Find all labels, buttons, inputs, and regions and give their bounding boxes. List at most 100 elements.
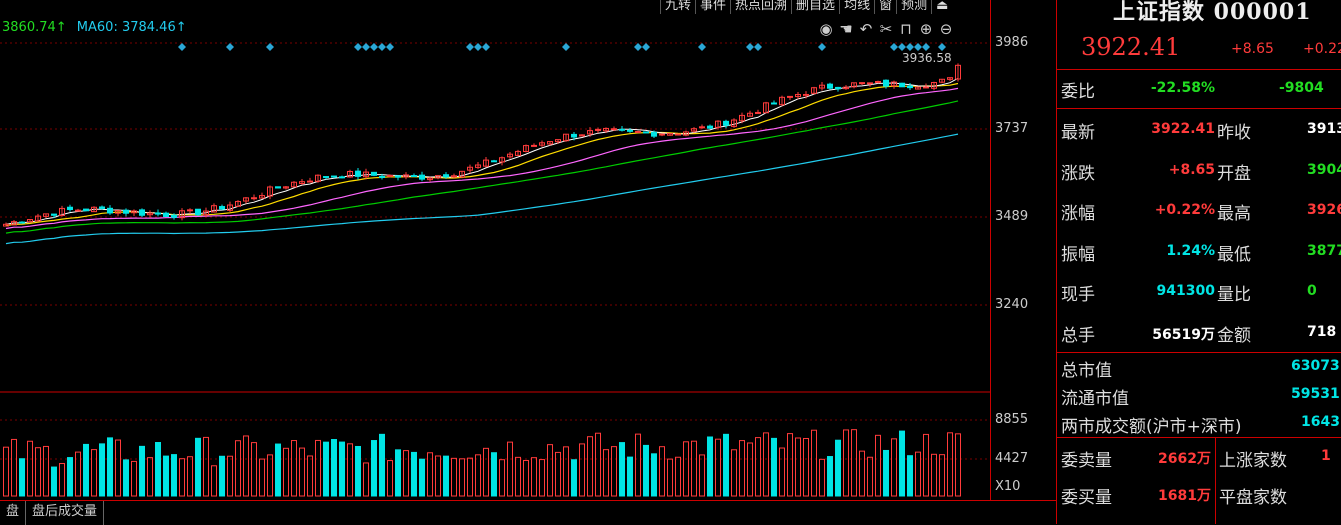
volume-bar <box>867 456 873 497</box>
volume-bar <box>571 459 577 497</box>
toolbar-expand-icon[interactable]: ⏏ <box>931 0 952 14</box>
quote-label: 金额 <box>1217 325 1251 346</box>
volume-bar <box>843 429 849 497</box>
zoom-in-icon[interactable]: ⊕ <box>918 20 934 38</box>
volume-bar <box>811 429 817 497</box>
candlestick-chart[interactable]: 3936.58 <box>0 0 990 500</box>
quote-value: +8.65 <box>1168 161 1215 178</box>
candle-body <box>571 133 577 138</box>
volume-bar <box>195 437 201 497</box>
hand-icon[interactable]: ☚ <box>838 20 854 38</box>
volume-bar <box>419 458 425 497</box>
price-change-pct: +0.22 <box>1303 41 1341 57</box>
candle-body <box>387 174 393 177</box>
undo-icon[interactable]: ↶ <box>858 20 874 38</box>
signal-marker <box>362 43 370 51</box>
lock-icon[interactable]: ⊓ <box>898 20 914 38</box>
volume-bar <box>899 430 905 497</box>
volume-bar <box>507 441 513 497</box>
signal-marker <box>466 43 474 51</box>
candle-body <box>187 209 193 212</box>
candle-body <box>723 120 729 126</box>
quote-label: 涨幅 <box>1061 204 1095 224</box>
mkt-value: 59531 <box>1291 386 1340 402</box>
volume-bar <box>395 449 401 497</box>
volume-bar <box>275 443 281 497</box>
mkt-value: 63073 <box>1291 358 1340 374</box>
chart-toolbar: 九转 事件 热点回溯 删自选 均线 窗 预测 ⏏ <box>660 0 952 14</box>
eye-icon[interactable]: ◉ <box>818 20 834 38</box>
volume-bar <box>947 432 953 497</box>
volume-bar <box>67 457 73 497</box>
candle-body <box>99 206 105 209</box>
toolbar-window[interactable]: 窗 <box>874 0 896 14</box>
tab-after-hours-volume[interactable]: 盘后成交量 <box>26 501 105 525</box>
volume-bar <box>211 465 217 497</box>
volume-bar <box>251 442 257 497</box>
quote-row: 总手 56519万 金额 718 <box>1057 313 1341 353</box>
volume-bar <box>443 455 449 497</box>
toolbar-jiuzhuan[interactable]: 九转 <box>660 0 695 14</box>
volume-bar <box>171 454 177 497</box>
volume-bar <box>883 449 889 497</box>
signal-marker <box>906 43 914 51</box>
zoom-out-icon[interactable]: ⊖ <box>938 20 954 38</box>
quote-panel: 上证指数 000001 3922.41 +8.65 +0.22 委比 -22.5… <box>1056 0 1341 524</box>
signal-marker <box>386 43 394 51</box>
volume-bar <box>155 442 161 497</box>
turnover-row: 两市成交额(沪市+深市) 1643 <box>1057 410 1341 437</box>
total-mktcap-row: 总市值 63073 <box>1057 354 1341 381</box>
ma20-line <box>5 87 959 230</box>
candle-body <box>675 133 681 136</box>
volume-bar <box>51 466 57 497</box>
weibi-label: 委比 <box>1061 82 1095 102</box>
volume-bar <box>347 443 353 497</box>
candle-body <box>699 126 705 129</box>
volume-bar <box>291 440 297 497</box>
volume-bar <box>355 445 361 497</box>
volume-bar <box>451 457 457 497</box>
volume-bar <box>475 454 481 497</box>
float-mktcap-row: 流通市值 59531 <box>1057 382 1341 409</box>
quote-label: 最新 <box>1061 123 1095 143</box>
quote-value: 718 <box>1307 323 1337 340</box>
volume-bar <box>411 451 417 497</box>
tab-pan[interactable]: 盘 <box>0 501 27 525</box>
quote-row: 振幅 1.24%最低 3877 <box>1057 232 1341 272</box>
current-price: 3922.41 <box>1081 33 1181 61</box>
candle-body <box>635 130 641 133</box>
signal-marker <box>938 43 946 51</box>
candle-body <box>107 207 113 214</box>
volume-bar <box>875 434 881 497</box>
volume-bar <box>731 449 737 497</box>
scissors-icon[interactable]: ✂ <box>878 20 894 38</box>
candle-body <box>67 206 73 211</box>
volume-bar <box>59 463 65 497</box>
candle-body <box>859 82 865 85</box>
signal-marker <box>474 43 482 51</box>
toolbar-hot-replay[interactable]: 热点回溯 <box>730 0 791 14</box>
volume-bar <box>147 457 153 497</box>
chart-tool-icons: ◉ ☚ ↶ ✂ ⊓ ⊕ ⊖ <box>818 20 954 38</box>
sell-volume-row: 委卖量 2662万 上涨家数 1 <box>1057 440 1341 476</box>
volume-bar <box>123 459 129 497</box>
weibi-row: 委比 -22.58% -9804 <box>1057 70 1341 110</box>
kline-chart-area[interactable]: 3936.58 九转 事件 热点回溯 删自选 均线 窗 预测 ⏏ 3860.74… <box>0 0 990 500</box>
toolbar-remove-favorite[interactable]: 删自选 <box>791 0 839 14</box>
candle-body <box>595 128 601 131</box>
volume-bar <box>379 433 385 497</box>
buy-volume-row: 委买量 1681万 平盘家数 <box>1057 477 1341 513</box>
divider <box>1057 352 1341 353</box>
signal-marker <box>266 43 274 51</box>
price-tick-label: 3240 <box>995 297 1029 312</box>
toolbar-forecast[interactable]: 预测 <box>896 0 931 14</box>
candle-body <box>275 186 281 189</box>
quote-label: 昨收 <box>1217 123 1251 143</box>
volume-bar <box>459 458 465 497</box>
candle-body <box>251 197 257 200</box>
quote-row: 最新 3922.41昨收 3913 <box>1057 110 1341 150</box>
toolbar-events[interactable]: 事件 <box>695 0 730 14</box>
toolbar-ma[interactable]: 均线 <box>839 0 874 14</box>
volume-bar <box>107 437 113 497</box>
candle-body <box>531 144 537 147</box>
